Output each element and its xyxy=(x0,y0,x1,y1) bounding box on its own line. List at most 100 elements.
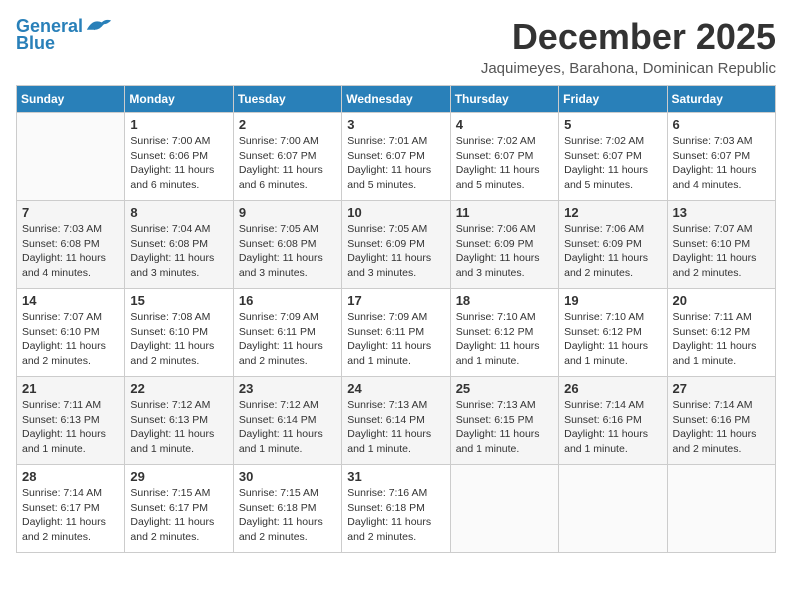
day-number: 4 xyxy=(456,117,553,132)
calendar-cell: 26 Sunrise: 7:14 AM Sunset: 6:16 PM Dayli… xyxy=(559,377,667,465)
calendar-cell: 1 Sunrise: 7:00 AM Sunset: 6:06 PM Daylig… xyxy=(125,113,233,201)
calendar-cell: 7Sunrise: 7:03 AM Sunset: 6:08 PM Daylig… xyxy=(17,201,125,289)
day-info: Sunrise: 7:07 AM Sunset: 6:10 PM Dayligh… xyxy=(22,310,119,369)
day-number: 31 xyxy=(347,469,444,484)
day-info: Sunrise: 7:02 AM Sunset: 6:07 PM Dayligh… xyxy=(456,134,553,193)
day-info: Sunrise: 7:02 AM Sunset: 6:07 PM Dayligh… xyxy=(564,134,661,193)
logo-text-blue: Blue xyxy=(16,34,55,54)
calendar-cell: 14 Sunrise: 7:07 AM Sunset: 6:10 PM Dayli… xyxy=(17,289,125,377)
day-number: 1 xyxy=(130,117,227,132)
day-info: Sunrise: 7:09 AM Sunset: 6:11 PM Dayligh… xyxy=(347,310,444,369)
day-number: 10 xyxy=(347,205,444,220)
day-number: 8 xyxy=(130,205,227,220)
calendar-cell: 28 Sunrise: 7:14 AM Sunset: 6:17 PM Dayli… xyxy=(17,465,125,553)
day-number: 30 xyxy=(239,469,336,484)
day-info: Sunrise: 7:07 AM Sunset: 6:10 PM Dayligh… xyxy=(673,222,770,281)
calendar-cell: 27 Sunrise: 7:14 AM Sunset: 6:16 PM Dayli… xyxy=(667,377,775,465)
calendar-cell: 2 Sunrise: 7:00 AM Sunset: 6:07 PM Daylig… xyxy=(233,113,341,201)
calendar-cell: 22 Sunrise: 7:12 AM Sunset: 6:13 PM Dayli… xyxy=(125,377,233,465)
day-number: 28 xyxy=(22,469,119,484)
day-number: 16 xyxy=(239,293,336,308)
day-number: 2 xyxy=(239,117,336,132)
calendar-cell: 3 Sunrise: 7:01 AM Sunset: 6:07 PM Daylig… xyxy=(342,113,450,201)
day-number: 3 xyxy=(347,117,444,132)
calendar-cell: 15Sunrise: 7:08 AM Sunset: 6:10 PM Dayli… xyxy=(125,289,233,377)
day-info: Sunrise: 7:04 AM Sunset: 6:08 PM Dayligh… xyxy=(130,222,227,281)
calendar-cell xyxy=(667,465,775,553)
calendar-cell: 6Sunrise: 7:03 AM Sunset: 6:07 PM Daylig… xyxy=(667,113,775,201)
day-info: Sunrise: 7:14 AM Sunset: 6:16 PM Dayligh… xyxy=(673,398,770,457)
day-info: Sunrise: 7:10 AM Sunset: 6:12 PM Dayligh… xyxy=(456,310,553,369)
day-number: 25 xyxy=(456,381,553,396)
col-header-saturday: Saturday xyxy=(667,86,775,113)
calendar-cell: 31 Sunrise: 7:16 AM Sunset: 6:18 PM Dayli… xyxy=(342,465,450,553)
page-container: General Blue December 2025 Jaquimeyes, B… xyxy=(16,16,776,553)
day-info: Sunrise: 7:00 AM Sunset: 6:06 PM Dayligh… xyxy=(130,134,227,193)
calendar-cell: 5 Sunrise: 7:02 AM Sunset: 6:07 PM Daylig… xyxy=(559,113,667,201)
calendar-cell: 13Sunrise: 7:07 AM Sunset: 6:10 PM Dayli… xyxy=(667,201,775,289)
col-header-sunday: Sunday xyxy=(17,86,125,113)
day-info: Sunrise: 7:15 AM Sunset: 6:18 PM Dayligh… xyxy=(239,486,336,545)
day-info: Sunrise: 7:12 AM Sunset: 6:14 PM Dayligh… xyxy=(239,398,336,457)
day-number: 7 xyxy=(22,205,119,220)
calendar-cell: 16Sunrise: 7:09 AM Sunset: 6:11 PM Dayli… xyxy=(233,289,341,377)
calendar-cell: 30 Sunrise: 7:15 AM Sunset: 6:18 PM Dayli… xyxy=(233,465,341,553)
logo-bird-icon xyxy=(85,16,113,38)
day-info: Sunrise: 7:15 AM Sunset: 6:17 PM Dayligh… xyxy=(130,486,227,545)
calendar-cell: 17 Sunrise: 7:09 AM Sunset: 6:11 PM Dayli… xyxy=(342,289,450,377)
calendar-cell: 12Sunrise: 7:06 AM Sunset: 6:09 PM Dayli… xyxy=(559,201,667,289)
day-number: 5 xyxy=(564,117,661,132)
calendar-cell: 19Sunrise: 7:10 AM Sunset: 6:12 PM Dayli… xyxy=(559,289,667,377)
day-number: 26 xyxy=(564,381,661,396)
day-number: 27 xyxy=(673,381,770,396)
day-info: Sunrise: 7:10 AM Sunset: 6:12 PM Dayligh… xyxy=(564,310,661,369)
day-info: Sunrise: 7:16 AM Sunset: 6:18 PM Dayligh… xyxy=(347,486,444,545)
day-number: 11 xyxy=(456,205,553,220)
day-number: 24 xyxy=(347,381,444,396)
logo: General Blue xyxy=(16,16,113,54)
calendar-cell: 18 Sunrise: 7:10 AM Sunset: 6:12 PM Dayli… xyxy=(450,289,558,377)
calendar-table: SundayMondayTuesdayWednesdayThursdayFrid… xyxy=(16,85,776,553)
col-header-monday: Monday xyxy=(125,86,233,113)
day-number: 22 xyxy=(130,381,227,396)
day-number: 17 xyxy=(347,293,444,308)
day-info: Sunrise: 7:13 AM Sunset: 6:14 PM Dayligh… xyxy=(347,398,444,457)
day-number: 9 xyxy=(239,205,336,220)
title-section: December 2025 Jaquimeyes, Barahona, Domi… xyxy=(481,16,776,77)
calendar-cell: 9Sunrise: 7:05 AM Sunset: 6:08 PM Daylig… xyxy=(233,201,341,289)
calendar-cell: 21 Sunrise: 7:11 AM Sunset: 6:13 PM Dayli… xyxy=(17,377,125,465)
calendar-cell: 20 Sunrise: 7:11 AM Sunset: 6:12 PM Dayli… xyxy=(667,289,775,377)
day-info: Sunrise: 7:00 AM Sunset: 6:07 PM Dayligh… xyxy=(239,134,336,193)
day-info: Sunrise: 7:12 AM Sunset: 6:13 PM Dayligh… xyxy=(130,398,227,457)
calendar-cell xyxy=(17,113,125,201)
header: General Blue December 2025 Jaquimeyes, B… xyxy=(16,16,776,77)
week-row-5: 28 Sunrise: 7:14 AM Sunset: 6:17 PM Dayli… xyxy=(17,465,776,553)
day-info: Sunrise: 7:05 AM Sunset: 6:09 PM Dayligh… xyxy=(347,222,444,281)
week-row-1: 1 Sunrise: 7:00 AM Sunset: 6:06 PM Daylig… xyxy=(17,113,776,201)
col-header-thursday: Thursday xyxy=(450,86,558,113)
day-info: Sunrise: 7:06 AM Sunset: 6:09 PM Dayligh… xyxy=(456,222,553,281)
day-info: Sunrise: 7:11 AM Sunset: 6:12 PM Dayligh… xyxy=(673,310,770,369)
day-number: 18 xyxy=(456,293,553,308)
calendar-cell: 24 Sunrise: 7:13 AM Sunset: 6:14 PM Dayli… xyxy=(342,377,450,465)
day-info: Sunrise: 7:01 AM Sunset: 6:07 PM Dayligh… xyxy=(347,134,444,193)
day-number: 14 xyxy=(22,293,119,308)
header-row: SundayMondayTuesdayWednesdayThursdayFrid… xyxy=(17,86,776,113)
day-info: Sunrise: 7:14 AM Sunset: 6:17 PM Dayligh… xyxy=(22,486,119,545)
calendar-cell: 25Sunrise: 7:13 AM Sunset: 6:15 PM Dayli… xyxy=(450,377,558,465)
month-title: December 2025 xyxy=(481,16,776,58)
day-info: Sunrise: 7:11 AM Sunset: 6:13 PM Dayligh… xyxy=(22,398,119,457)
day-number: 21 xyxy=(22,381,119,396)
calendar-cell: 11 Sunrise: 7:06 AM Sunset: 6:09 PM Dayli… xyxy=(450,201,558,289)
day-number: 15 xyxy=(130,293,227,308)
day-number: 20 xyxy=(673,293,770,308)
day-number: 23 xyxy=(239,381,336,396)
calendar-cell xyxy=(450,465,558,553)
week-row-3: 14 Sunrise: 7:07 AM Sunset: 6:10 PM Dayli… xyxy=(17,289,776,377)
day-info: Sunrise: 7:14 AM Sunset: 6:16 PM Dayligh… xyxy=(564,398,661,457)
calendar-cell: 4 Sunrise: 7:02 AM Sunset: 6:07 PM Daylig… xyxy=(450,113,558,201)
week-row-4: 21 Sunrise: 7:11 AM Sunset: 6:13 PM Dayli… xyxy=(17,377,776,465)
calendar-cell: 23 Sunrise: 7:12 AM Sunset: 6:14 PM Dayli… xyxy=(233,377,341,465)
calendar-cell: 8 Sunrise: 7:04 AM Sunset: 6:08 PM Daylig… xyxy=(125,201,233,289)
calendar-cell: 29Sunrise: 7:15 AM Sunset: 6:17 PM Dayli… xyxy=(125,465,233,553)
